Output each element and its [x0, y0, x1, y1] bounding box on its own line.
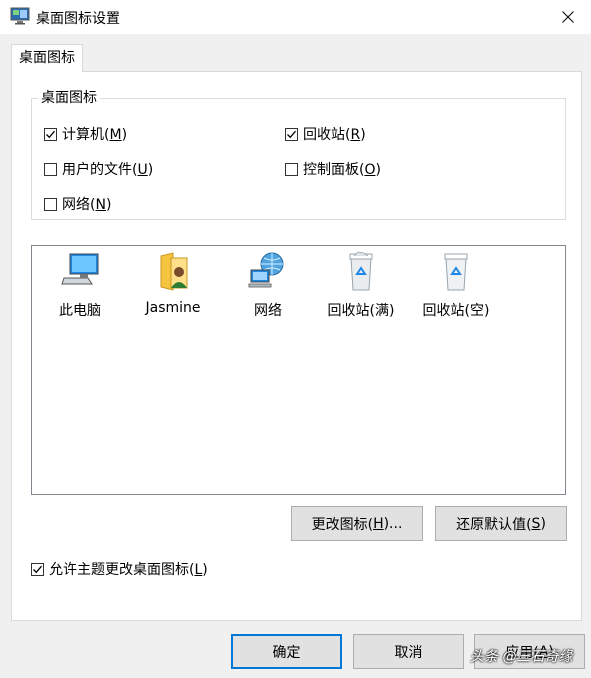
checkbox-label: 网络(N)	[62, 197, 112, 213]
checkbox-label: 用户的文件(U)	[62, 162, 154, 178]
recycle-bin-empty-icon	[444, 253, 468, 291]
restore-default-button[interactable]: 还原默认值(S)	[435, 506, 567, 541]
list-item-recycle-bin-empty[interactable]: 回收站(空)	[416, 250, 496, 320]
checkbox-user-files[interactable]: 用户的文件(U)	[44, 159, 153, 179]
checkbox-control-panel[interactable]: 控制面板(O)	[285, 159, 381, 179]
list-item-label: 回收站(满)	[327, 303, 395, 319]
change-icon-button[interactable]: 更改图标(H)...	[291, 506, 423, 541]
close-button[interactable]	[545, 0, 591, 34]
list-item-label: 网络	[254, 303, 282, 319]
list-item-label: Jasmine	[145, 300, 201, 316]
network-icon	[248, 252, 284, 288]
checkbox-label: 回收站(R)	[303, 127, 366, 143]
ok-button[interactable]: 确定	[231, 634, 342, 669]
checkbox-box[interactable]	[31, 562, 44, 576]
cancel-button[interactable]: 取消	[353, 634, 464, 669]
close-icon	[562, 11, 574, 23]
recycle-bin-full-icon	[349, 251, 373, 291]
list-item-this-pc[interactable]: 此电脑	[40, 250, 120, 320]
desktop-settings-app-icon	[10, 7, 30, 25]
user-folder-icon	[160, 252, 188, 291]
watermark: 头条 @三石奇缘	[470, 649, 573, 665]
checkbox-computer[interactable]: 计算机(M)	[44, 124, 127, 144]
checkmark-icon	[287, 130, 296, 138]
checkbox-label: 计算机(M)	[62, 127, 128, 143]
checkmark-icon	[33, 565, 42, 573]
window-title: 桌面图标设置	[36, 11, 120, 27]
checkmark-icon	[46, 130, 55, 138]
list-item-label: 回收站(空)	[422, 303, 490, 319]
list-item-label: 此电脑	[59, 303, 101, 319]
checkbox-recycle-bin[interactable]: 回收站(R)	[285, 124, 366, 144]
checkbox-box[interactable]	[44, 127, 57, 141]
list-item-jasmine[interactable]: Jasmine	[133, 250, 213, 316]
desktop-icons-group: 桌面图标 计算机(M) 回收站(R) 用户的文件(U) 控制面板(O) 网络(N…	[31, 88, 566, 220]
checkbox-box[interactable]	[44, 197, 57, 211]
title-bar: 桌面图标设置	[0, 0, 591, 34]
checkbox-box[interactable]	[44, 162, 57, 176]
checkbox-label: 控制面板(O)	[303, 162, 381, 178]
tab-desktop-icons[interactable]: 桌面图标	[11, 44, 83, 72]
checkbox-label: 允许主题更改桌面图标(L)	[49, 562, 208, 578]
computer-icon	[61, 253, 99, 285]
icon-list-view[interactable]: 此电脑 Jasmine 网络 回收站(满) 回收站(空)	[31, 245, 566, 495]
checkbox-box[interactable]	[285, 162, 298, 176]
checkbox-allow-themes[interactable]: 允许主题更改桌面图标(L)	[31, 559, 208, 579]
group-title: 桌面图标	[38, 88, 100, 108]
list-item-recycle-bin-full[interactable]: 回收站(满)	[321, 250, 401, 320]
checkbox-network[interactable]: 网络(N)	[44, 194, 111, 214]
checkbox-box[interactable]	[285, 127, 298, 141]
list-item-network[interactable]: 网络	[228, 250, 308, 320]
tab-panel: 桌面图标 计算机(M) 回收站(R) 用户的文件(U) 控制面板(O) 网络(N…	[11, 71, 582, 621]
